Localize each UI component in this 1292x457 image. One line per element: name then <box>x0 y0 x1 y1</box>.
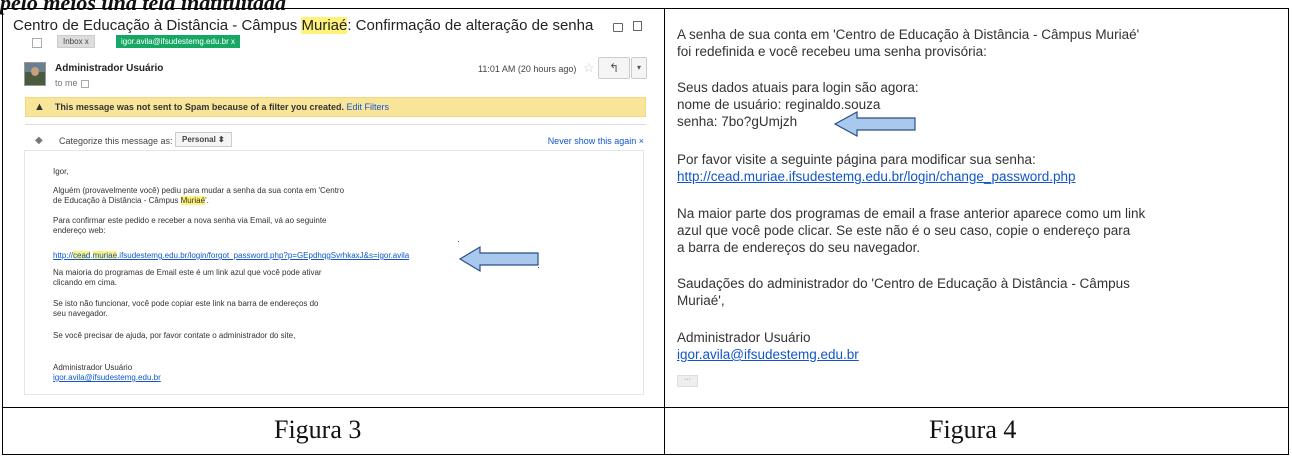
signature-email-link[interactable]: igor.avila@ifsudestemg.edu.br <box>53 373 161 383</box>
never-show-again-link[interactable]: Never show this again × <box>548 136 644 146</box>
reply-button[interactable]: ↰ <box>598 57 630 79</box>
sender-name[interactable]: Administrador Usuário <box>55 63 163 74</box>
body-paragraph-5: Se você precisar de ajuda, por favor con… <box>53 331 296 340</box>
arrow-pointer-password <box>833 110 916 138</box>
print-icon[interactable] <box>613 23 623 32</box>
table-divider-vertical <box>664 8 665 455</box>
change-password-link[interactable]: http://cead.muriae.ifsudestemg.edu.br/lo… <box>677 168 1076 185</box>
recipient-line[interactable]: to me <box>55 78 89 88</box>
email-label-tag[interactable]: igor.avila@ifsudestemg.edu.br x <box>116 35 240 48</box>
categorize-label: Categorize this message as: <box>59 136 173 146</box>
select-checkbox[interactable] <box>32 38 42 48</box>
chevron-down-icon[interactable] <box>80 79 89 88</box>
avatar <box>24 62 46 86</box>
signature-name: Administrador Usuário <box>53 363 133 372</box>
f4-signature-email-link[interactable]: igor.avila@ifsudestemg.edu.br <box>677 346 859 363</box>
arrow-pointer-link <box>458 245 539 273</box>
more-actions-button[interactable]: ▾ <box>631 57 647 79</box>
f4-line-10: Saudações do administrador do 'Centro de… <box>677 276 1130 291</box>
f4-line-11: Muriaé', <box>677 293 725 308</box>
edit-filters-link[interactable]: Edit Filters <box>347 102 390 112</box>
email-subject: Centro de Educação à Distância - Câmpus … <box>13 17 594 34</box>
new-window-icon[interactable] <box>633 21 642 31</box>
warning-icon: ▲ <box>34 101 45 113</box>
spam-notice-banner: ▲ This message was not sent to Spam becau… <box>25 97 646 117</box>
f4-line-3: Seus dados atuais para login são agora: <box>677 80 919 95</box>
table-divider-horizontal <box>2 407 1289 408</box>
inbox-label-tag[interactable]: Inbox x <box>57 35 95 48</box>
timestamp: 11:01 AM (20 hours ago) <box>478 64 577 74</box>
f4-line-6: Por favor visite a seguinte página para … <box>677 152 1036 167</box>
f4-signature-name: Administrador Usuário <box>677 330 811 345</box>
f4-line-1: A senha de sua conta em 'Centro de Educa… <box>677 27 1140 42</box>
reset-password-link[interactable]: http://cead.muriae.ifsudestemg.edu.br/lo… <box>53 251 409 261</box>
figure-4-caption: Figura 4 <box>929 415 1017 444</box>
body-paragraph-1: Alguém (provavelmente você) pediu para m… <box>53 186 345 205</box>
category-select[interactable]: Personal ⬍ <box>175 132 232 147</box>
show-trimmed-content-button[interactable]: ··· <box>677 375 698 387</box>
stray-mark <box>458 241 459 242</box>
greeting: Igor, <box>53 167 69 176</box>
body-paragraph-2: Para confirmar este pedido e receber a n… <box>53 216 327 235</box>
f4-line-8: azul que você pode clicar. Se este não é… <box>677 223 1131 238</box>
body-paragraph-3: Na maioria do programas de Email este é … <box>53 268 322 287</box>
star-icon[interactable]: ☆ <box>583 60 595 76</box>
tag-icon: ◆ <box>35 135 43 146</box>
f4-line-7: Na maior parte dos programas de email a … <box>677 206 1146 221</box>
f4-line-2: foi redefinida e você recebeu uma senha … <box>677 44 987 59</box>
body-paragraph-4: Se isto não funcionar, você pode copiar … <box>53 299 319 318</box>
f4-password: senha: 7bo?gUmjzh <box>677 114 798 129</box>
figure-3-caption: Figura 3 <box>274 415 362 444</box>
f4-line-9: a barra de endereços do seu navegador. <box>677 240 921 255</box>
